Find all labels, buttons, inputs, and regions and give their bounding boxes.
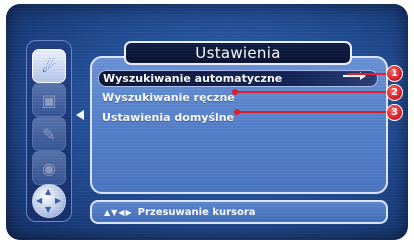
category-sidebar: ☄ ▣ ✎ ◉ ▲ ▼ ◀ ▶ xyxy=(26,40,72,222)
nav-left-icon: ◀ xyxy=(36,196,43,205)
tools-glyph: ✎ xyxy=(42,124,56,144)
settings-disk-icon[interactable]: ◉ xyxy=(32,151,66,185)
nav-down-icon: ▼ xyxy=(45,205,52,214)
callout-line-2 xyxy=(236,91,388,93)
navigation-pad-icon: ▲ ▼ ◀ ▶ xyxy=(32,184,66,218)
tv-glyph: ▣ xyxy=(41,90,57,110)
menu-item-label: Wyszukiwanie automatyczne xyxy=(103,72,283,85)
callout-badge-2: 2 xyxy=(386,84,403,101)
status-hint-text: Przesuwanie kursora xyxy=(137,206,256,218)
menu-item-label: Ustawienia domyślne xyxy=(102,111,235,124)
tv-icon[interactable]: ▣ xyxy=(32,83,66,117)
callout-badge-1: 1 xyxy=(386,65,403,82)
callout-badge-3: 3 xyxy=(386,104,403,121)
selection-arrow-icon xyxy=(343,72,366,80)
satellite-dish-glyph: ☄ xyxy=(41,56,57,76)
settings-menu-panel: Wyszukiwanie automatyczne Wyszukiwanie r… xyxy=(90,56,388,194)
settings-disk-glyph: ◉ xyxy=(42,158,56,178)
callout-line-1 xyxy=(348,73,388,75)
satellite-dish-icon[interactable]: ☄ xyxy=(32,49,66,83)
menu-title: Ustawienia xyxy=(124,41,352,65)
menu-item-default-settings[interactable]: Ustawienia domyślne xyxy=(102,110,234,125)
active-category-pointer-icon xyxy=(76,110,84,120)
menu-item-auto-search[interactable]: Wyszukiwanie automatyczne xyxy=(98,70,378,87)
cursor-keys-icon: ▲▼◀▶ xyxy=(104,207,133,217)
tools-icon[interactable]: ✎ xyxy=(32,117,66,151)
nav-right-icon: ▶ xyxy=(55,196,62,205)
menu-item-manual-search[interactable]: Wyszukiwanie ręczne xyxy=(102,90,235,105)
menu-item-label: Wyszukiwanie ręczne xyxy=(102,91,235,104)
nav-up-icon: ▲ xyxy=(45,187,52,196)
tv-screen: ☄ ▣ ✎ ◉ ▲ ▼ ◀ ▶ Wyszukiwanie automatyczn… xyxy=(6,4,408,240)
callout-line-3 xyxy=(238,111,388,113)
status-bar: ▲▼◀▶ Przesuwanie kursora xyxy=(90,200,388,224)
